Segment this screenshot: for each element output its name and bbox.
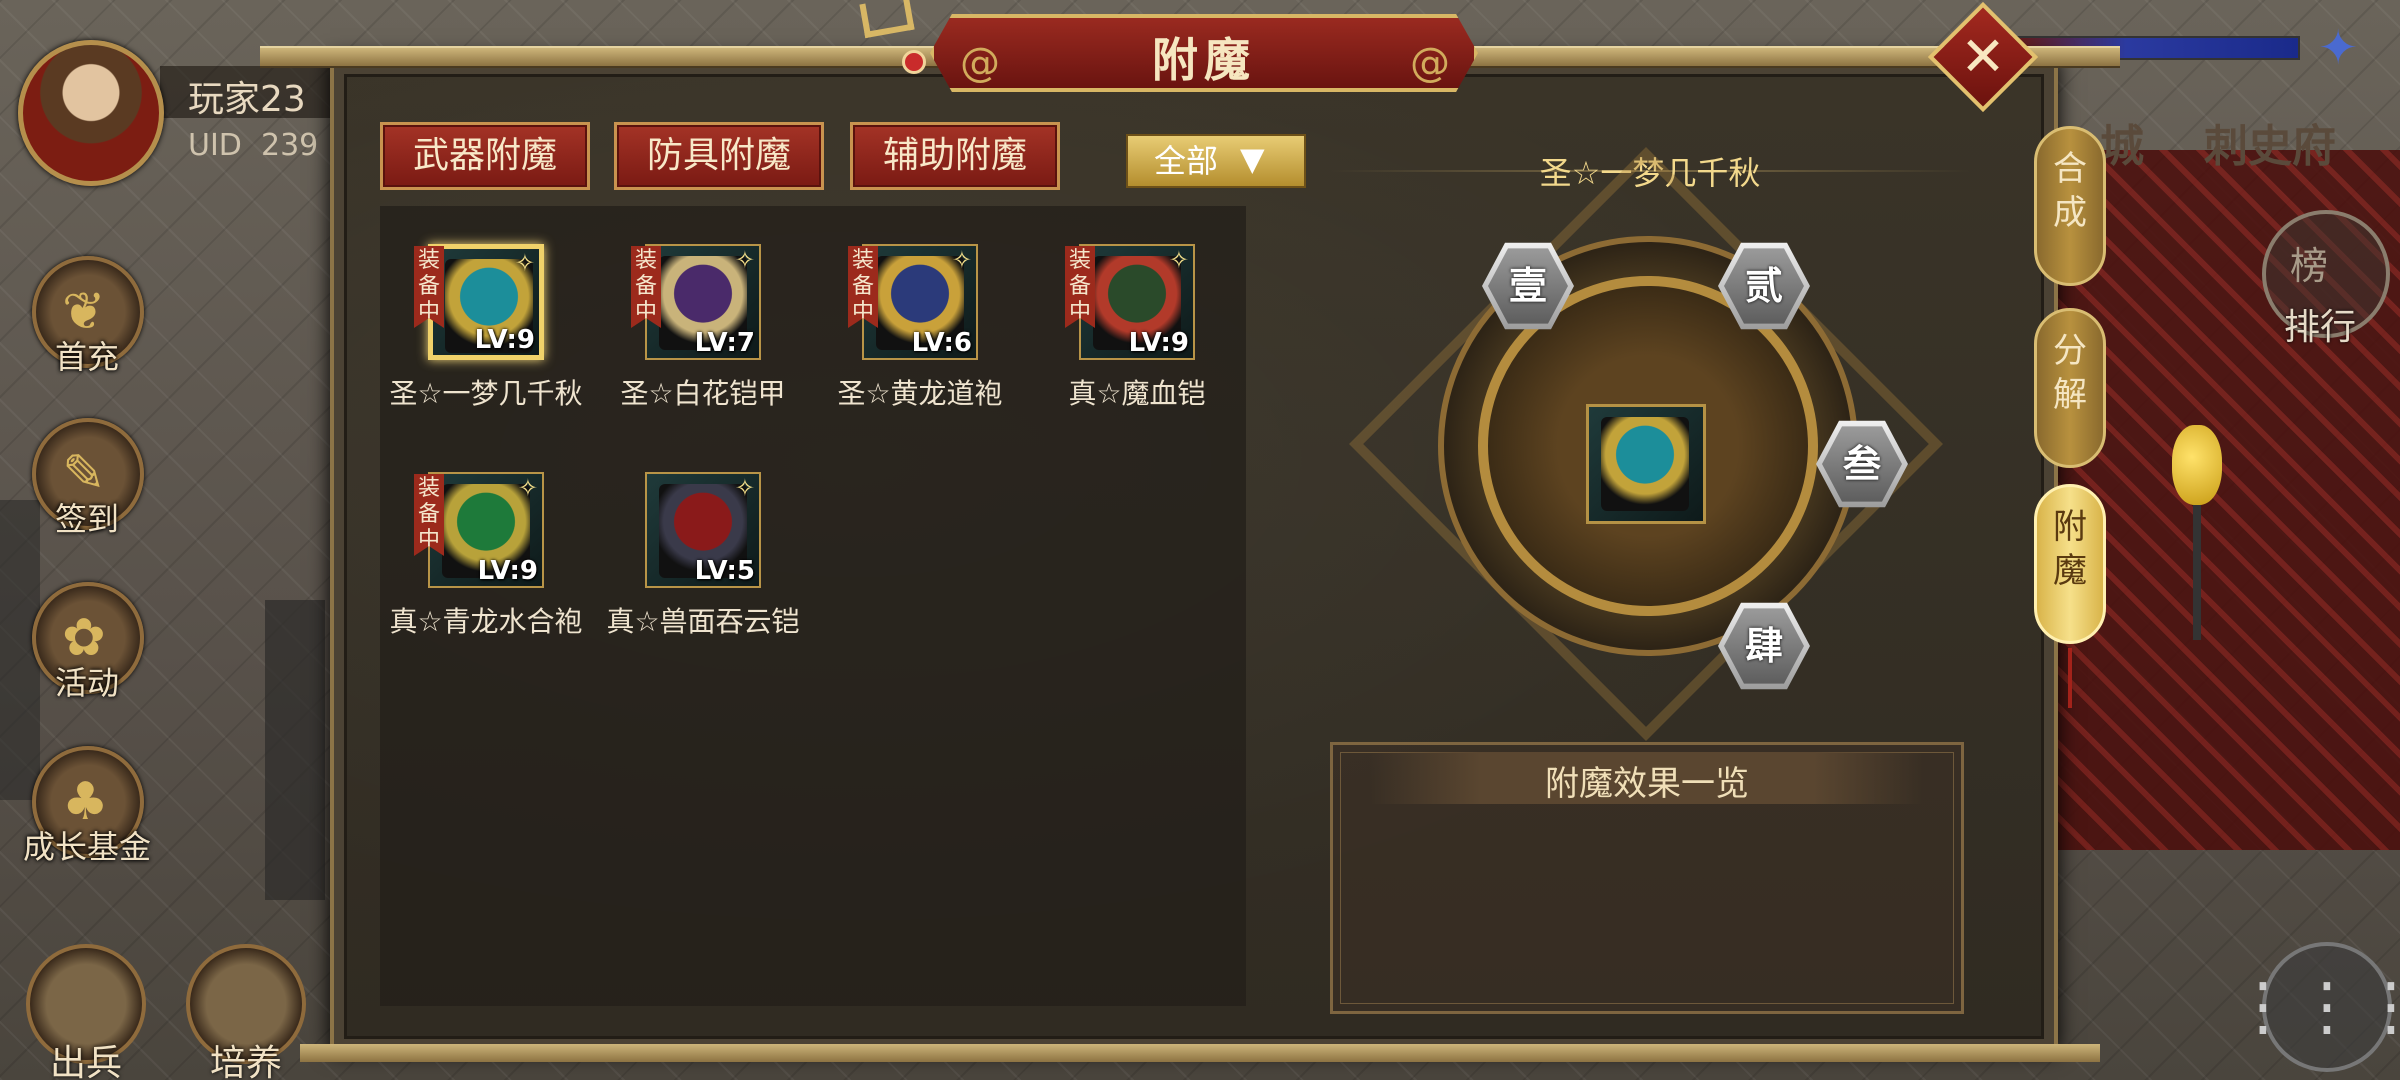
item-name: 真☆青龙水合袍 bbox=[389, 605, 583, 638]
modal-frame-bottom bbox=[300, 1044, 2100, 1062]
item-slot[interactable]: ✧ LV:9 bbox=[428, 472, 544, 588]
deploy-troops-label: 出兵 bbox=[50, 1043, 123, 1080]
item-level: LV:7 bbox=[694, 328, 755, 358]
first-recharge-label: 首充 bbox=[54, 338, 119, 376]
tab-decompose[interactable]: 分 解 bbox=[2034, 308, 2106, 468]
item-level: LV:6 bbox=[911, 328, 972, 358]
item-level: LV:9 bbox=[1128, 328, 1189, 358]
train-label: 培养 bbox=[210, 1043, 283, 1080]
selected-item-slot[interactable] bbox=[1586, 404, 1706, 524]
sign-in-label: 签到 bbox=[54, 500, 119, 538]
item-level: LV:5 bbox=[694, 556, 755, 586]
item-slot[interactable]: ✧ LV:9 bbox=[1079, 244, 1195, 360]
modal-title: 附魔 bbox=[1152, 33, 1256, 87]
tab-armor-enchant[interactable]: 防具附魔 bbox=[614, 122, 824, 190]
item-name: 真☆兽面吞云铠 bbox=[606, 605, 800, 638]
equipped-badge: 装 备 中 bbox=[414, 246, 444, 328]
tab-weapon-enchant[interactable]: 武器附魔 bbox=[380, 122, 590, 190]
growth-fund-label: 成长基金 bbox=[22, 828, 151, 866]
player-uid: UID 239 bbox=[188, 128, 319, 163]
item-name: 圣☆黄龙道袍 bbox=[837, 377, 1003, 410]
rank-label: 排行 bbox=[2284, 307, 2357, 348]
equipped-badge: 装 备 中 bbox=[1065, 246, 1095, 328]
player-name: 玩家23 bbox=[188, 79, 306, 120]
tab-pendant bbox=[2068, 648, 2072, 708]
star-icon: ✧ bbox=[951, 246, 972, 274]
item-name: 圣☆一梦几千秋 bbox=[389, 377, 583, 410]
player-avatar[interactable] bbox=[18, 40, 164, 186]
chevron-down-icon: ▼ bbox=[1240, 140, 1265, 178]
tab-enchant-label: 附 魔 bbox=[2053, 507, 2087, 591]
star-icon: ✧ bbox=[734, 246, 755, 274]
tab-accessory-enchant[interactable]: 辅助附魔 bbox=[850, 122, 1060, 190]
tab-synthesize-label: 合 成 bbox=[2053, 149, 2087, 233]
city-label-left[interactable]: 城 bbox=[2100, 110, 2144, 174]
item-level: LV:9 bbox=[477, 556, 538, 586]
item-slot[interactable]: ✧ LV:7 bbox=[645, 244, 761, 360]
star-icon: ✧ bbox=[734, 474, 755, 502]
armor-icon bbox=[1601, 417, 1689, 511]
item-name: 真☆魔血铠 bbox=[1068, 377, 1206, 410]
equipped-badge: 装 备 中 bbox=[631, 246, 661, 328]
close-icon[interactable]: ✕ bbox=[1944, 18, 2022, 96]
notification-dot bbox=[902, 50, 926, 74]
filter-selected: 全部 bbox=[1154, 142, 1219, 180]
star-icon: ✧ bbox=[1168, 246, 1189, 274]
tab-synthesize[interactable]: 合 成 bbox=[2034, 126, 2106, 286]
tab-decompose-label: 分 解 bbox=[2053, 331, 2087, 415]
menu-icon[interactable]: ⋮⋮⋮ bbox=[2231, 942, 2400, 1072]
filter-dropdown[interactable]: 全部 bbox=[1126, 134, 1306, 188]
star-icon: ✧ bbox=[517, 474, 538, 502]
item-name: 圣☆白花铠甲 bbox=[620, 377, 786, 410]
bird-icon: ✦ bbox=[2318, 20, 2359, 76]
equipped-badge: 装 备 中 bbox=[414, 474, 444, 556]
lantern-icon bbox=[2172, 425, 2222, 505]
effects-title: 附魔效果一览 bbox=[1545, 764, 1749, 804]
background-post bbox=[265, 600, 325, 900]
activity-label: 活动 bbox=[54, 664, 119, 702]
item-slot[interactable]: ✧ LV:9 bbox=[428, 244, 544, 360]
tab-enchant[interactable]: 附 魔 bbox=[2034, 484, 2106, 644]
city-label-prefecture[interactable]: 刺史府 bbox=[2204, 110, 2336, 174]
lantern-pole bbox=[2193, 500, 2201, 640]
rank-icon: 榜 bbox=[2290, 244, 2329, 288]
item-slot[interactable]: ✧ LV:6 bbox=[862, 244, 978, 360]
item-level: LV:9 bbox=[474, 325, 535, 355]
equipped-badge: 装 备 中 bbox=[848, 246, 878, 328]
star-icon: ✧ bbox=[514, 249, 535, 277]
item-slot[interactable]: ✧ LV:5 bbox=[645, 472, 761, 588]
